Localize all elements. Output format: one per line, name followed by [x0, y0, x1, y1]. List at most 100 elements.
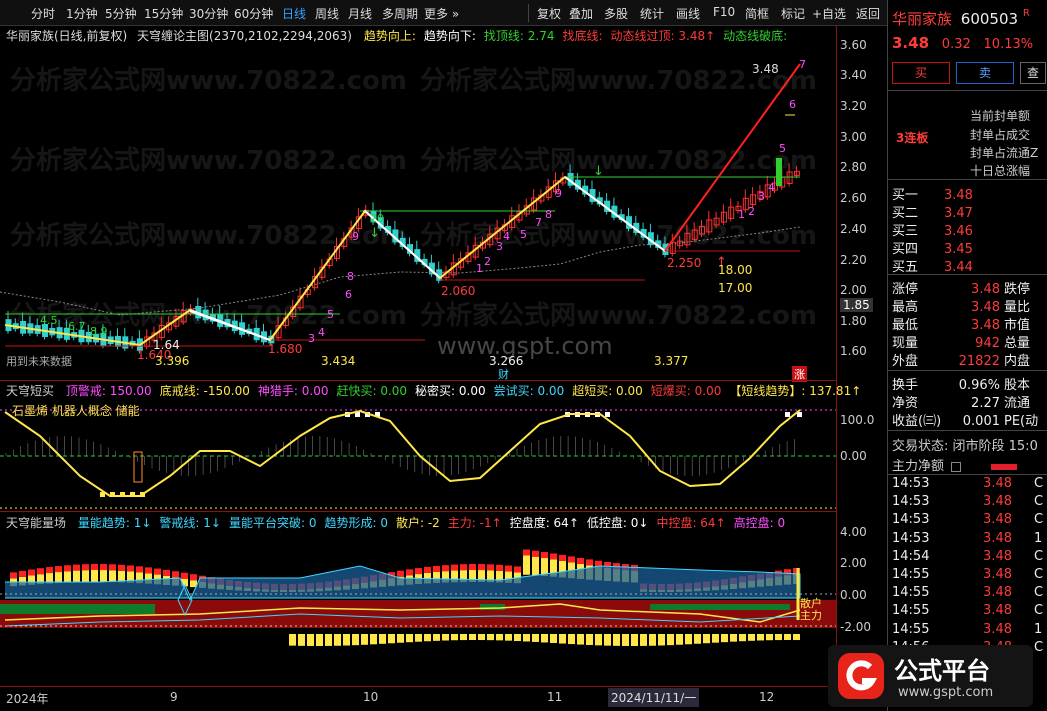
svg-text:8: 8: [545, 208, 552, 221]
energy-bar-neg: [748, 634, 755, 641]
energy-bar-neg: [568, 634, 575, 645]
sub2-title-row: 天穹能量场 量能趋势: 1↓ 警戒线: 1↓ 量能平台突破: 0 趋势形成: 0 散户:…: [6, 514, 785, 531]
energy-bar-red: [64, 565, 71, 572]
energy-bar-neg: [694, 634, 701, 644]
oscillator-bars: [5, 412, 802, 497]
tick-row[interactable]: 14:54 3.48 C: [892, 549, 1047, 567]
simple-frame-button[interactable]: 简框: [745, 5, 769, 22]
sub2-value-7: 低控盘: 0↓: [586, 516, 649, 530]
energy-bar-neg: [676, 634, 683, 645]
energy-bar-red: [415, 568, 422, 575]
overlay-button[interactable]: 叠加: [569, 5, 593, 22]
f10-button[interactable]: F10: [713, 5, 735, 19]
energy-field-chart[interactable]: [0, 530, 836, 685]
energy-bar-red: [541, 552, 548, 559]
energy-bar-neg: [316, 634, 323, 646]
main-net-row[interactable]: 主力净额: [892, 455, 1047, 474]
stat-row: 最高 3.48 量比: [892, 300, 1031, 315]
svg-text:4.5: 4.5: [40, 314, 58, 327]
energy-bar-red: [451, 564, 458, 571]
query-button[interactable]: 查: [1020, 62, 1046, 84]
stat-row: 最低 3.48 市值: [892, 318, 1031, 333]
tab-more[interactable]: 更多 »: [424, 5, 459, 22]
energy-bar-red: [82, 564, 89, 571]
energy-bar-neg: [577, 634, 584, 645]
energy-bar-neg: [298, 634, 305, 646]
stats-button[interactable]: 统计: [640, 5, 664, 22]
energy-bar-neg: [667, 634, 674, 646]
bid-row[interactable]: 买五 3.44: [892, 256, 1047, 275]
tick-row[interactable]: 14:53 3.48 C: [892, 494, 1047, 512]
green-band-2: [480, 604, 505, 610]
draw-line-button[interactable]: 画线: [676, 5, 700, 22]
energy-bar-neg: [379, 634, 386, 644]
energy-bar-neg: [505, 634, 512, 641]
energy-bar-neg: [595, 634, 602, 646]
osc-top-dot: [605, 412, 610, 417]
candlestick-chart[interactable]: ↑ ↓ ↓ 68 95 43 98 75 43 21 12 34 56 7 4.…: [0, 40, 836, 380]
multi-stock-button[interactable]: 多股: [604, 5, 628, 22]
tab-daily[interactable]: 日线: [282, 5, 306, 22]
energy-bar-neg: [514, 634, 521, 642]
fuquan-button[interactable]: 复权: [537, 5, 561, 22]
svg-text:20: 20: [370, 212, 384, 225]
energy-bar-yellow: [109, 570, 116, 583]
energy-bar-neg: [649, 634, 656, 646]
down-arrow-icon: ↓: [593, 164, 604, 179]
bid-row[interactable]: 买二 3.47: [892, 202, 1047, 221]
sell-button[interactable]: 卖: [956, 62, 1014, 84]
svg-text:2: 2: [484, 255, 491, 268]
energy-bar-red: [433, 565, 440, 572]
r-badge: R: [1022, 8, 1030, 19]
tick-row[interactable]: 14:53 3.48 C: [892, 476, 1047, 494]
energy-bar-neg: [442, 634, 449, 641]
bid-row[interactable]: 买四 3.45: [892, 238, 1047, 257]
energy-bar-red: [163, 569, 170, 576]
energy-bar-yellow: [532, 556, 539, 576]
sub2-indicator-title[interactable]: 天穹能量场: [6, 516, 66, 530]
svg-text:4: 4: [768, 181, 775, 194]
tick-row[interactable]: 14:55 3.48 C: [892, 567, 1047, 585]
down-stroke-1: [189, 310, 271, 341]
tick-row[interactable]: 14:55 3.48 C: [892, 585, 1047, 603]
buy-button[interactable]: 买: [892, 62, 950, 84]
tick-row[interactable]: 14:55 3.48 1: [892, 622, 1047, 640]
crosshair-price-tag: 1.85: [840, 298, 873, 312]
mark-button[interactable]: 标记: [781, 5, 805, 22]
back-button[interactable]: 返回: [856, 5, 880, 22]
tab-1min[interactable]: 1分钟: [66, 5, 98, 22]
energy-bar-red: [73, 564, 80, 571]
energy-bar-neg: [451, 634, 458, 641]
energy-bar-red: [460, 564, 467, 571]
tick-row[interactable]: 14:53 3.48 1: [892, 531, 1047, 549]
down-stroke-3: [564, 176, 666, 252]
tick-row[interactable]: 14:55 3.48 C: [892, 603, 1047, 621]
energy-bar-red: [550, 553, 557, 560]
tab-30min[interactable]: 30分钟: [189, 5, 228, 22]
energy-bar-neg: [325, 634, 332, 646]
energy-bar-yellow: [100, 570, 107, 583]
tab-fenshi[interactable]: 分时: [31, 5, 55, 22]
add-favorite-button[interactable]: +自选: [812, 5, 846, 22]
tab-multi-period[interactable]: 多周期: [382, 5, 418, 22]
energy-bar-red: [154, 568, 161, 575]
tab-monthly[interactable]: 月线: [348, 5, 372, 22]
tab-15min[interactable]: 15分钟: [144, 5, 183, 22]
tab-weekly[interactable]: 周线: [315, 5, 339, 22]
oscillator-chart[interactable]: [0, 396, 836, 512]
energy-bar-neg: [622, 634, 629, 646]
energy-bar-red: [478, 564, 485, 571]
stat2-row: 换手 0.96% 股本: [892, 378, 1031, 393]
energy-bar-red: [100, 564, 107, 571]
menu-icon[interactable]: [951, 461, 962, 472]
tab-5min[interactable]: 5分钟: [105, 5, 137, 22]
logo-mark-icon: [838, 653, 884, 699]
svg-text:6.7: 6.7: [68, 320, 86, 333]
bid-row[interactable]: 买三 3.46: [892, 220, 1047, 239]
tab-60min[interactable]: 60分钟: [234, 5, 273, 22]
energy-bar-neg: [685, 634, 692, 645]
energy-bar-neg: [757, 634, 764, 641]
energy-bar-red: [55, 566, 62, 573]
tick-row[interactable]: 14:53 3.48 C: [892, 512, 1047, 530]
bid-row[interactable]: 买一 3.48: [892, 184, 1047, 203]
